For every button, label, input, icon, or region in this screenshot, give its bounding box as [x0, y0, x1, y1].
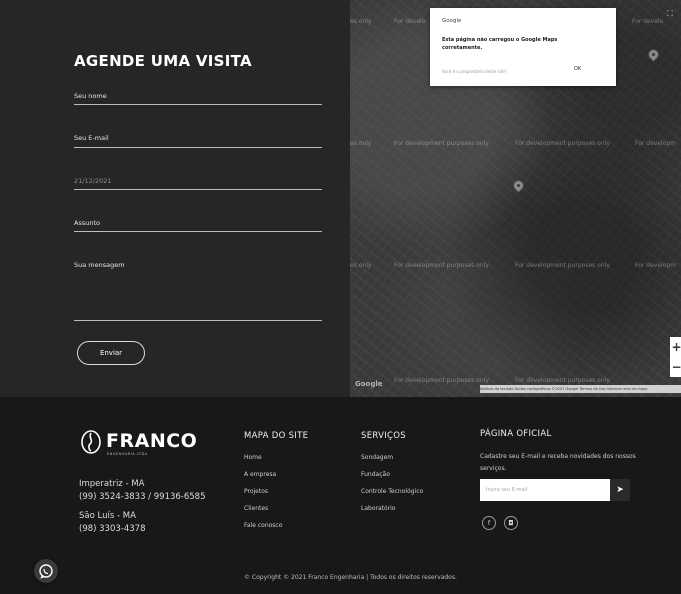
- whatsapp-button[interactable]: [34, 559, 58, 583]
- contact-city-imperatriz: Imperatriz - MA: [79, 479, 145, 489]
- visit-section: AGENDE UMA VISITA Seu nome Seu E-mail 21…: [0, 0, 681, 397]
- map-watermark: For develo: [632, 18, 664, 25]
- form-title: AGENDE UMA VISITA: [74, 52, 252, 70]
- site-footer: FRANCO ENGENHARIA LTDA Imperatriz - MA (…: [0, 397, 681, 594]
- services-title: SERVIÇOS: [361, 431, 406, 441]
- zoom-in-button[interactable]: +: [670, 337, 681, 357]
- subject-field[interactable]: Assunto: [74, 218, 322, 232]
- newsletter-title: PÁGINA OFICIAL: [480, 429, 552, 439]
- map-watermark: es only: [350, 18, 372, 25]
- map-watermark: For development purposes only: [515, 377, 610, 384]
- google-logo: Google: [355, 380, 383, 388]
- email-field[interactable]: Seu E-mail: [74, 133, 322, 148]
- map-watermark: For develo: [394, 18, 426, 25]
- name-field[interactable]: Seu nome: [74, 92, 322, 105]
- map-watermark: For developm: [635, 262, 677, 269]
- date-field[interactable]: 21/12/2021: [74, 176, 322, 190]
- contact-phone-sao-luis: (98) 3303-4378: [79, 524, 146, 534]
- franco-logo[interactable]: FRANCO ENGENHARIA LTDA: [80, 428, 197, 458]
- logo-name: FRANCO: [106, 430, 198, 452]
- newsletter-send-icon[interactable]: ➤: [610, 479, 630, 501]
- instagram-icon[interactable]: ◘: [504, 516, 518, 530]
- zoom-control: + −: [670, 337, 681, 377]
- send-button[interactable]: Enviar: [77, 341, 145, 365]
- map-watermark: For development purposes only: [394, 262, 489, 269]
- dialog-message: Esta página não carregou o Google Maps c…: [442, 37, 558, 51]
- date-value: 21/12/2021: [74, 177, 112, 185]
- whatsapp-icon: [39, 564, 53, 579]
- map-watermark: For development purposes only: [515, 262, 610, 269]
- newsletter-text: Cadastre seu E-mail e receba novidades d…: [480, 453, 636, 472]
- name-label: Seu nome: [74, 92, 107, 100]
- contact-city-sao-luis: São Luís - MA: [79, 511, 136, 521]
- visit-form: AGENDE UMA VISITA Seu nome Seu E-mail 21…: [0, 0, 350, 397]
- service-link-fundacao[interactable]: Fundação: [361, 471, 390, 478]
- map-watermark: es only: [350, 262, 372, 269]
- franco-logo-icon: [81, 430, 101, 454]
- dialog-owner-link[interactable]: Você é o proprietário deste site?: [442, 69, 507, 74]
- google-map[interactable]: es only For develo For develo es only Fo…: [350, 0, 681, 397]
- email-label: Seu E-mail: [74, 134, 109, 142]
- sitemap-link-projetos[interactable]: Projetos: [244, 488, 268, 495]
- dialog-ok-button[interactable]: OK: [574, 66, 581, 72]
- map-watermark: For development purposes only: [394, 377, 489, 384]
- fullscreen-icon[interactable]: ⛶: [664, 8, 676, 20]
- contact-phone-imperatriz: (99) 3524-3833 / 99136-6585: [79, 492, 206, 502]
- logo-tagline: ENGENHARIA LTDA: [107, 452, 148, 456]
- service-link-laboratorio[interactable]: Laboratório: [361, 505, 395, 512]
- zoom-out-button[interactable]: −: [670, 357, 681, 377]
- sitemap-link-contato[interactable]: Fale conosco: [244, 522, 282, 529]
- sitemap-link-empresa[interactable]: A empresa: [244, 471, 276, 478]
- message-label: Sua mensagem: [74, 261, 125, 269]
- subject-label: Assunto: [74, 219, 100, 227]
- map-pin-icon[interactable]: [510, 177, 527, 194]
- copyright-text: © Copyright © 2021 Franco Engenharia | T…: [244, 574, 457, 581]
- facebook-icon[interactable]: f: [482, 516, 496, 530]
- newsletter-email-input[interactable]: Insira seu E-mail: [480, 479, 610, 501]
- service-link-controle[interactable]: Controle Tecnológico: [361, 488, 423, 495]
- dialog-title: Google: [442, 18, 462, 24]
- service-link-sondagem[interactable]: Sondagem: [361, 454, 393, 461]
- map-attribution[interactable]: Atalhos do teclado Dados cartográficos ©…: [480, 385, 681, 393]
- map-pin-icon[interactable]: [645, 46, 662, 63]
- map-watermark: For development purposes only: [515, 140, 610, 147]
- map-watermark: es only: [350, 140, 372, 147]
- message-field[interactable]: Sua mensagem: [74, 260, 322, 321]
- sitemap-title: MAPA DO SITE: [244, 431, 309, 441]
- map-error-dialog: Google Esta página não carregou o Google…: [430, 8, 616, 86]
- map-watermark: For developm: [635, 140, 677, 147]
- sitemap-link-clientes[interactable]: Clientes: [244, 505, 268, 512]
- map-watermark: For development purposes only: [394, 140, 489, 147]
- sitemap-link-home[interactable]: Home: [244, 454, 262, 461]
